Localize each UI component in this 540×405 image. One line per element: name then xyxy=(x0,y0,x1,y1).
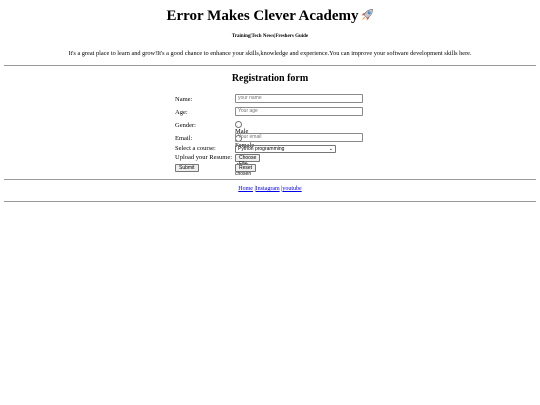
divider xyxy=(4,201,536,202)
email-input[interactable]: Your email xyxy=(235,133,363,142)
name-input[interactable]: your name xyxy=(235,94,363,103)
rocket-icon xyxy=(360,8,374,27)
course-selected-value: Python programming xyxy=(238,146,285,152)
page-title: Error Makes Clever Academy xyxy=(0,8,540,27)
youtube-link[interactable]: youtube xyxy=(282,186,301,192)
male-radio[interactable] xyxy=(235,121,242,128)
instagram-link[interactable]: Instagram xyxy=(256,186,280,192)
resume-label: Upload your Resume: xyxy=(175,154,233,161)
intro-paragraph: It's a great place to learn and grow!It'… xyxy=(68,50,472,57)
reset-button[interactable]: Reset xyxy=(235,164,257,172)
top-nav-text: Training|Tech News|Freshers Guide xyxy=(231,34,309,39)
course-select[interactable]: Python programming ⌄ xyxy=(235,145,336,153)
email-label: Email: xyxy=(175,135,193,142)
gender-label: Gender: xyxy=(175,122,196,129)
age-label: Age: xyxy=(175,109,188,116)
choose-file-button[interactable]: Choose File xyxy=(235,154,261,167)
divider xyxy=(4,179,536,180)
submit-button[interactable]: Submit xyxy=(175,164,199,172)
footer-links: Home |Instagram |youtube xyxy=(238,186,302,192)
chevron-down-icon: ⌄ xyxy=(328,146,333,152)
form-heading: Registration form xyxy=(231,73,309,84)
course-label: Select a course: xyxy=(175,145,216,152)
page: Error Makes Clever Academy Training|Tech… xyxy=(0,0,540,405)
name-label: Name: xyxy=(175,96,193,103)
home-link[interactable]: Home xyxy=(238,186,253,192)
site-title-text: Error Makes Clever Academy xyxy=(166,8,359,24)
divider xyxy=(4,65,536,66)
age-input[interactable]: Your age xyxy=(235,107,363,116)
